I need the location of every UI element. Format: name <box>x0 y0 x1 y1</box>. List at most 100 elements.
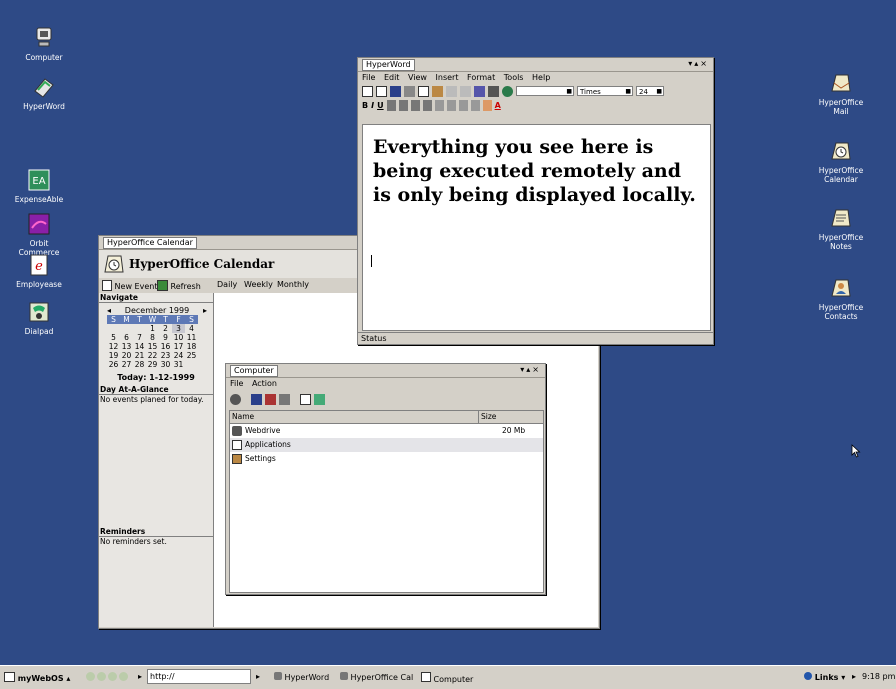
align-right-icon[interactable] <box>410 99 420 111</box>
task-calendar[interactable]: HyperOffice Cal <box>340 672 413 682</box>
desktop-icon-dialpad[interactable]: Dialpad <box>5 299 73 336</box>
day-cell[interactable]: 25 <box>185 351 198 360</box>
quick-launch-icon[interactable] <box>119 672 128 681</box>
day-cell[interactable]: 4 <box>185 324 198 333</box>
day-cell[interactable]: 15 <box>146 342 159 351</box>
file-row[interactable]: Applications <box>230 438 543 452</box>
day-cell[interactable]: 18 <box>185 342 198 351</box>
day-cell[interactable] <box>133 324 146 333</box>
quick-launch-icon[interactable] <box>86 672 95 681</box>
day-cell[interactable]: 27 <box>120 360 133 369</box>
document-text[interactable]: Everything you see here is being execute… <box>373 135 703 207</box>
day-cell[interactable]: 22 <box>146 351 159 360</box>
desktop-icon-hyperword[interactable]: HyperWord <box>10 74 78 111</box>
address-input[interactable]: http:// <box>147 669 251 684</box>
highlight-icon[interactable] <box>482 99 492 111</box>
menu-tools[interactable]: Tools <box>504 73 524 82</box>
quick-launch-icon[interactable] <box>108 672 117 681</box>
file-list[interactable]: Name Size Webdrive 20 Mb Applications Se… <box>229 410 544 593</box>
menu-file[interactable]: File <box>362 73 375 82</box>
menu-view[interactable]: View <box>408 73 427 82</box>
computer-window[interactable]: Computer ▾▴× File Action Name Size Webdr… <box>225 363 546 595</box>
outdent-icon[interactable] <box>458 99 468 111</box>
day-cell[interactable]: 26 <box>107 360 120 369</box>
underline-button[interactable]: U <box>377 101 384 110</box>
justify-icon[interactable] <box>422 99 432 111</box>
save-icon[interactable] <box>390 85 401 97</box>
refresh-button[interactable]: Refresh <box>157 280 201 291</box>
prev-month-button[interactable]: ◂ <box>107 306 111 315</box>
computer-window-controls[interactable]: ▾▴× <box>520 365 541 374</box>
tray-arrow-icon[interactable]: ▸ <box>852 672 856 681</box>
font-select[interactable]: Times ■ <box>577 86 633 96</box>
desktop-icon-hyperoffice-mail[interactable]: HyperOffice Mail <box>807 70 875 116</box>
weekly-view-tab[interactable]: Weekly <box>244 280 273 289</box>
address-dropdown-icon[interactable]: ▸ <box>138 672 142 681</box>
desktop-icon-expenseable[interactable]: EA ExpenseAble <box>5 167 73 204</box>
links-button[interactable]: Links ▾ <box>804 672 845 682</box>
day-cell[interactable]: 30 <box>159 360 172 369</box>
next-month-button[interactable]: ▸ <box>203 306 207 315</box>
column-name[interactable]: Name <box>232 411 254 423</box>
day-cell[interactable] <box>120 324 133 333</box>
day-cell[interactable]: 16 <box>159 342 172 351</box>
new-event-button[interactable]: New Event <box>102 280 157 291</box>
drive-tool-icon[interactable] <box>230 393 241 405</box>
day-cell[interactable]: 5 <box>107 333 120 342</box>
day-cell[interactable]: 7 <box>133 333 146 342</box>
menu-action[interactable]: Action <box>252 379 277 388</box>
indent-icon[interactable] <box>470 99 480 111</box>
day-cell[interactable]: 10 <box>172 333 185 342</box>
open-icon[interactable] <box>376 85 387 97</box>
day-cell[interactable]: 21 <box>133 351 146 360</box>
hyperword-window-controls[interactable]: ▾▴× <box>688 59 709 68</box>
menu-format[interactable]: Format <box>467 73 495 82</box>
day-cell[interactable]: 14 <box>133 342 146 351</box>
day-cell[interactable]: 17 <box>172 342 185 351</box>
menu-edit[interactable]: Edit <box>384 73 400 82</box>
computer-titlebar[interactable]: Computer ▾▴× <box>226 364 545 378</box>
hyperword-window[interactable]: HyperWord ▾▴× File Edit View Insert Form… <box>357 57 714 345</box>
today-label[interactable]: Today: 1-12-1999 <box>99 373 213 382</box>
document-area[interactable]: Everything you see here is being execute… <box>362 124 711 331</box>
desktop-icon-computer[interactable]: Computer <box>10 25 78 62</box>
day-cell[interactable]: 19 <box>107 351 120 360</box>
day-cell[interactable]: 9 <box>159 333 172 342</box>
paste-icon[interactable] <box>432 85 443 97</box>
redo-icon[interactable] <box>460 85 471 97</box>
font-size-select[interactable]: 24 ■ <box>636 86 664 96</box>
italic-button[interactable]: I <box>371 101 374 110</box>
desktop-icon-hyperoffice-contacts[interactable]: HyperOffice Contacts <box>807 275 875 321</box>
monthly-view-tab[interactable]: Monthly <box>277 280 309 289</box>
quick-launch-icon[interactable] <box>97 672 106 681</box>
go-button[interactable]: ▸ <box>256 672 260 681</box>
hyperword-titlebar[interactable]: HyperWord ▾▴× <box>358 58 713 72</box>
day-cell[interactable]: 31 <box>172 360 185 369</box>
desktop-icon-hyperoffice-notes[interactable]: HyperOffice Notes <box>807 205 875 251</box>
day-cell[interactable]: 13 <box>120 342 133 351</box>
menu-insert[interactable]: Insert <box>436 73 459 82</box>
find-icon[interactable] <box>474 85 485 97</box>
print-icon[interactable] <box>251 393 262 405</box>
link-icon[interactable] <box>502 85 513 97</box>
day-cell[interactable]: 2 <box>159 324 172 333</box>
day-cell[interactable]: 3 <box>172 324 185 333</box>
desktop-icon-hyperoffice-calendar[interactable]: HyperOffice Calendar <box>807 138 875 184</box>
delete-icon[interactable] <box>279 393 290 405</box>
font-color-icon[interactable]: A <box>495 101 501 110</box>
day-cell[interactable]: 1 <box>146 324 159 333</box>
menu-file[interactable]: File <box>230 379 243 388</box>
day-cell[interactable]: 23 <box>159 351 172 360</box>
bullet-list-icon[interactable] <box>446 99 456 111</box>
numbered-list-icon[interactable] <box>434 99 444 111</box>
day-cell[interactable]: 12 <box>107 342 120 351</box>
day-cell[interactable] <box>185 360 198 369</box>
style-select[interactable]: ■ <box>516 86 574 96</box>
day-cell[interactable]: 24 <box>172 351 185 360</box>
day-cell[interactable]: 8 <box>146 333 159 342</box>
file-row[interactable]: Webdrive 20 Mb <box>230 424 543 438</box>
copy-icon[interactable] <box>418 85 429 97</box>
start-button[interactable]: myWebOS ▴ <box>4 672 70 683</box>
file-row[interactable]: Settings <box>230 452 543 466</box>
day-cell[interactable]: 11 <box>185 333 198 342</box>
